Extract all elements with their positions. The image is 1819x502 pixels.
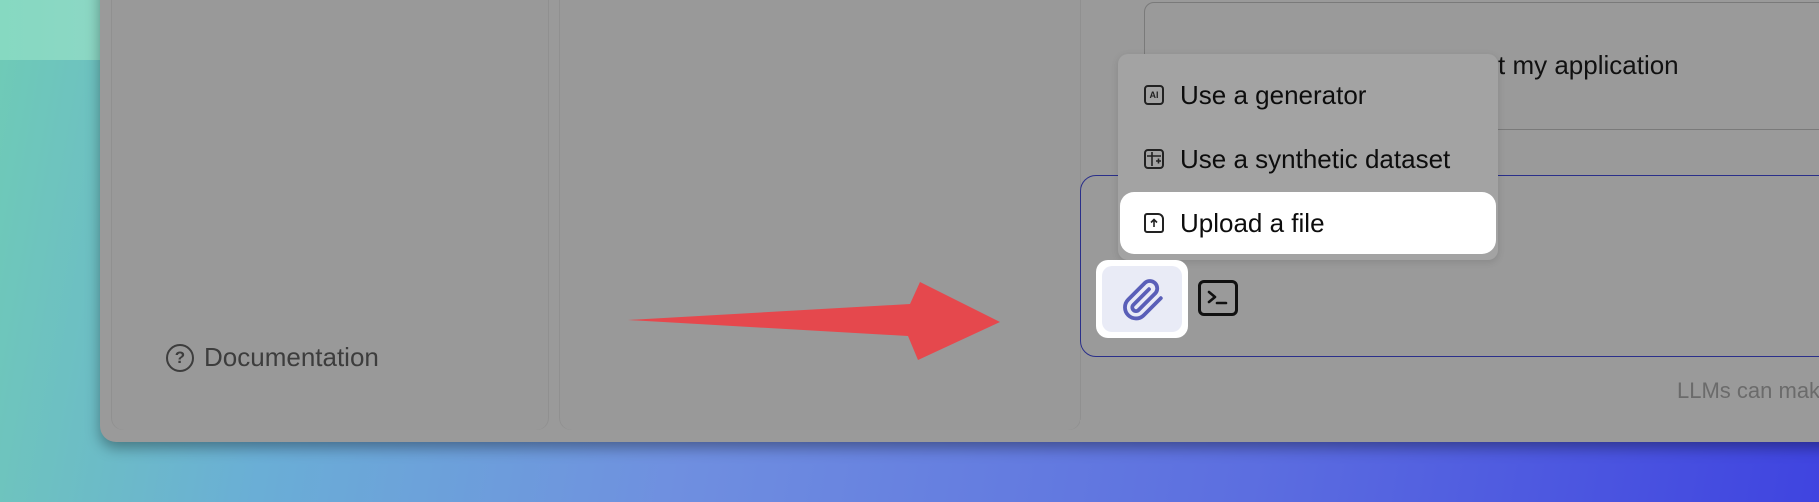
menu-item-upload-file[interactable]: Upload a file [1120, 192, 1496, 254]
annotation-arrow [628, 282, 1000, 360]
disclaimer-text: LLMs can make mistak [1677, 378, 1819, 403]
suggestion-text: st my application [1485, 50, 1679, 80]
documentation-label: Documentation [204, 342, 379, 372]
table-plus-icon [1144, 149, 1164, 169]
command-button[interactable] [1198, 280, 1238, 316]
app-window: ? Documentation st my application LLMs c… [100, 0, 1819, 442]
paperclip-icon [1123, 279, 1163, 321]
menu-item-use-generator[interactable]: AI Use a generator [1120, 64, 1496, 126]
ai-chip-icon: AI [1144, 85, 1164, 105]
help-circle-icon: ? [166, 343, 194, 372]
attach-menu: AI Use a generator Use a synthetic datas… [1118, 54, 1498, 260]
documentation-link[interactable]: ? Documentation [166, 342, 379, 373]
menu-item-label: Use a generator [1180, 79, 1367, 110]
menu-item-use-synthetic-dataset[interactable]: Use a synthetic dataset [1120, 128, 1496, 190]
left-sidebar: ? Documentation [112, 0, 548, 430]
terminal-icon [1207, 290, 1228, 305]
middle-panel [560, 0, 1080, 430]
file-upload-icon [1144, 213, 1164, 233]
menu-item-label: Use a synthetic dataset [1180, 143, 1451, 174]
menu-item-label: Upload a file [1180, 207, 1325, 238]
attach-button[interactable] [1096, 260, 1188, 338]
